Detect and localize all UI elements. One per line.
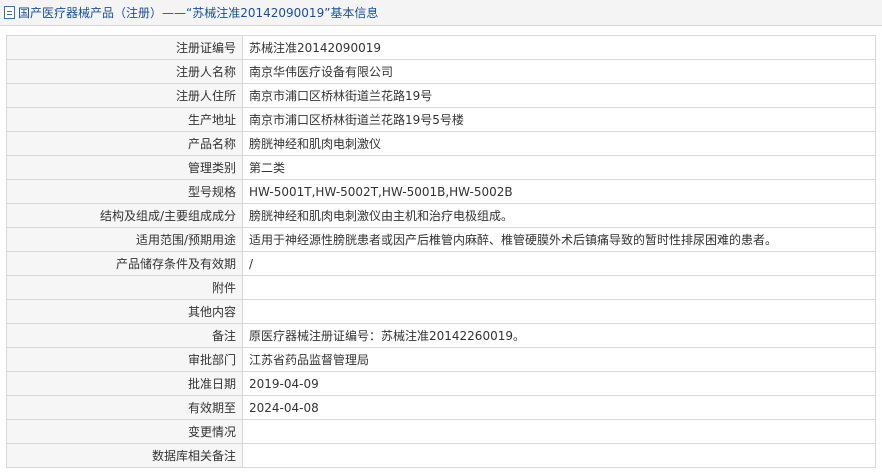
field-value-production-address: 南京市浦口区桥林街道兰花路19号5号楼 <box>242 107 876 132</box>
table-row: 变更情况 <box>6 419 876 444</box>
table-row: 有效期至 2024-04-08 <box>6 395 876 420</box>
table-row: 产品名称 膀胱神经和肌肉电刺激仪 <box>6 131 876 156</box>
field-value-approval-department: 江苏省药品监督管理局 <box>242 347 876 372</box>
table-row: 附件 <box>6 275 876 300</box>
field-value-attachments <box>242 275 876 300</box>
field-label-approval-date: 批准日期 <box>6 371 243 396</box>
field-label-database-remarks: 数据库相关备注 <box>6 443 243 468</box>
page-title: 国产医疗器械产品（注册）——“苏械注准20142090019”基本信息 <box>18 6 379 20</box>
field-value-remarks: 原医疗器械注册证编号：苏械注准20142260019。 <box>242 323 876 348</box>
page-title-bar: 国产医疗器械产品（注册）——“苏械注准20142090019”基本信息 <box>0 0 882 26</box>
field-value-other-content <box>242 299 876 324</box>
field-label-registrant-name: 注册人名称 <box>6 59 243 84</box>
field-label-registration-number: 注册证编号 <box>6 35 243 60</box>
field-label-intended-use: 适用范围/预期用途 <box>6 227 243 252</box>
field-label-change-history: 变更情况 <box>6 419 243 444</box>
table-row: 审批部门 江苏省药品监督管理局 <box>6 347 876 372</box>
field-value-valid-until: 2024-04-08 <box>242 395 876 420</box>
registration-info-table: 注册证编号 苏械注准20142090019 注册人名称 南京华伟医疗设备有限公司… <box>6 35 876 468</box>
table-row: 生产地址 南京市浦口区桥林街道兰花路19号5号楼 <box>6 107 876 132</box>
field-value-intended-use: 适用于神经源性膀胱患者或因产后椎管内麻醉、椎管硬膜外术后镇痛导致的暂时性排尿困难… <box>242 227 876 252</box>
field-value-approval-date: 2019-04-09 <box>242 371 876 396</box>
field-value-storage: / <box>242 251 876 276</box>
field-label-approval-department: 审批部门 <box>6 347 243 372</box>
field-label-attachments: 附件 <box>6 275 243 300</box>
table-row: 备注 原医疗器械注册证编号：苏械注准20142260019。 <box>6 323 876 348</box>
field-value-registrant-address: 南京市浦口区桥林街道兰花路19号 <box>242 83 876 108</box>
field-label-registrant-address: 注册人住所 <box>6 83 243 108</box>
field-label-structure: 结构及组成/主要组成成分 <box>6 203 243 228</box>
field-value-registration-number: 苏械注准20142090019 <box>242 35 876 60</box>
table-row: 结构及组成/主要组成成分 膀胱神经和肌肉电刺激仪由主机和治疗电极组成。 <box>6 203 876 228</box>
table-row: 批准日期 2019-04-09 <box>6 371 876 396</box>
field-label-remarks: 备注 <box>6 323 243 348</box>
table-row: 注册证编号 苏械注准20142090019 <box>6 35 876 60</box>
field-label-other-content: 其他内容 <box>6 299 243 324</box>
field-label-storage: 产品储存条件及有效期 <box>6 251 243 276</box>
field-value-database-remarks <box>242 443 876 468</box>
field-value-model-spec: HW-5001T,HW-5002T,HW-5001B,HW-5002B <box>242 179 876 204</box>
table-row: 其他内容 <box>6 299 876 324</box>
table-row: 注册人住所 南京市浦口区桥林街道兰花路19号 <box>6 83 876 108</box>
field-label-model-spec: 型号规格 <box>6 179 243 204</box>
field-label-product-name: 产品名称 <box>6 131 243 156</box>
field-label-management-category: 管理类别 <box>6 155 243 180</box>
table-row: 管理类别 第二类 <box>6 155 876 180</box>
field-value-change-history <box>242 419 876 444</box>
table-row: 数据库相关备注 <box>6 443 876 468</box>
table-row: 适用范围/预期用途 适用于神经源性膀胱患者或因产后椎管内麻醉、椎管硬膜外术后镇痛… <box>6 227 876 252</box>
table-row: 型号规格 HW-5001T,HW-5002T,HW-5001B,HW-5002B <box>6 179 876 204</box>
field-label-valid-until: 有效期至 <box>6 395 243 420</box>
table-row: 产品储存条件及有效期 / <box>6 251 876 276</box>
document-icon <box>4 6 15 19</box>
table-row: 注册人名称 南京华伟医疗设备有限公司 <box>6 59 876 84</box>
field-value-management-category: 第二类 <box>242 155 876 180</box>
field-value-registrant-name: 南京华伟医疗设备有限公司 <box>242 59 876 84</box>
field-label-production-address: 生产地址 <box>6 107 243 132</box>
field-value-product-name: 膀胱神经和肌肉电刺激仪 <box>242 131 876 156</box>
field-value-structure: 膀胱神经和肌肉电刺激仪由主机和治疗电极组成。 <box>242 203 876 228</box>
